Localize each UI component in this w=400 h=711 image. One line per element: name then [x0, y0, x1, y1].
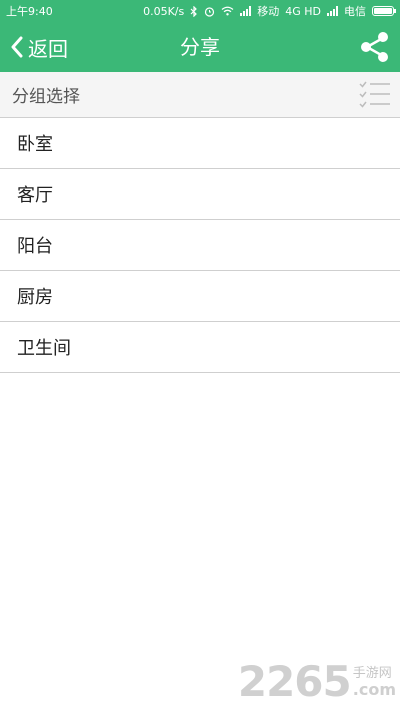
wifi-icon: [221, 6, 234, 16]
checklist-icon[interactable]: [358, 78, 392, 112]
list-item-label: 客厅: [17, 185, 53, 206]
group-select-header: 分组选择: [0, 72, 400, 118]
status-carrier-2: 电信: [344, 5, 366, 18]
status-carrier-1: 移动: [257, 5, 280, 18]
list-item-kitchen[interactable]: 厨房: [0, 271, 400, 322]
watermark-suffix: .com: [352, 680, 396, 700]
status-net-speed: 0.05K/s: [143, 4, 185, 18]
watermark-number: 2265: [237, 657, 352, 706]
list-item-bathroom[interactable]: 卫生间: [0, 322, 400, 373]
status-time: 上午9:40: [6, 5, 53, 18]
alarm-icon: [205, 6, 215, 17]
page-title: 分享: [180, 35, 220, 59]
battery-fill: [374, 8, 392, 14]
bluetooth-icon: [190, 5, 198, 17]
list-item-bedroom[interactable]: 卧室: [0, 118, 400, 169]
share-icon[interactable]: [358, 30, 392, 64]
list-item-living-room[interactable]: 客厅: [0, 169, 400, 220]
app-bar: 返回 分享: [0, 22, 400, 72]
list-item-label: 卫生间: [17, 338, 71, 359]
list-item-balcony[interactable]: 阳台: [0, 220, 400, 271]
signal-icon: [240, 6, 252, 16]
watermark-logo: 2265 手游网 .com: [238, 661, 396, 703]
list-item-label: 厨房: [17, 287, 53, 308]
watermark-side: 手游网 .com: [352, 666, 396, 700]
signal-icon-2: [327, 6, 338, 16]
status-bar: 上午9:40 0.05K/s 移动 4G HD 电信: [0, 0, 400, 22]
watermark-chinese: 手游网: [352, 666, 392, 682]
list-item-label: 卧室: [17, 134, 53, 155]
group-select-label: 分组选择: [12, 87, 80, 107]
status-right-group: 0.05K/s 移动 4G HD 电信: [143, 3, 396, 19]
battery-icon: [372, 6, 396, 16]
room-list: 卧室 客厅 阳台 厨房 卫生间: [0, 118, 400, 373]
list-item-label: 阳台: [17, 236, 53, 257]
status-network-type: 4G HD: [285, 4, 321, 18]
